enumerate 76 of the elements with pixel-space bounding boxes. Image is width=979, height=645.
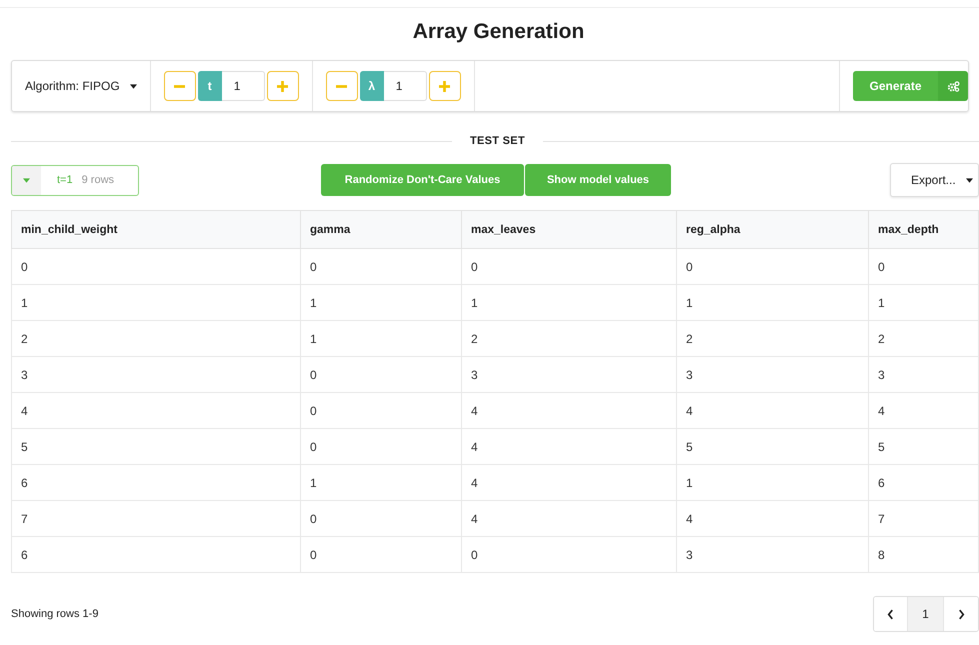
table-cell: 7 [12, 500, 300, 536]
plus-button[interactable] [428, 71, 461, 101]
table-cell: 7 [868, 500, 978, 536]
table-cell: 6 [12, 464, 300, 500]
column-header: reg_alpha [676, 210, 868, 248]
parameter-label: t [198, 71, 222, 101]
table-cell: 2 [12, 320, 300, 356]
settings-icon [946, 80, 960, 92]
table-cell: 2 [676, 320, 868, 356]
chevron-right-icon [958, 608, 964, 620]
table-cell: 5 [676, 428, 868, 464]
number-field[interactable]: 1 [384, 71, 427, 101]
table-cell: 3 [462, 356, 676, 392]
table-cell: 6 [12, 536, 300, 572]
table-cell: 0 [300, 500, 462, 536]
row-count: 9 rows [82, 174, 114, 186]
table-cell: 5 [12, 428, 300, 464]
minus-button[interactable] [164, 71, 196, 101]
table-cell: 4 [676, 392, 868, 428]
settings-button[interactable] [938, 71, 968, 101]
table-cell: 1 [676, 284, 868, 320]
table-cell: 1 [12, 284, 300, 320]
table-cell: 1 [300, 284, 462, 320]
caret-icon [23, 178, 30, 182]
column-header: max_depth [868, 210, 978, 248]
table-cell: 1 [868, 284, 978, 320]
table-cell: 1 [300, 464, 462, 500]
table-cell: 5 [868, 428, 978, 464]
table-cell: 0 [462, 248, 676, 284]
table-cell: 0 [868, 248, 978, 284]
table-cell: 0 [300, 356, 462, 392]
table-cell: 8 [868, 536, 978, 572]
page-button[interactable]: 1 [908, 597, 944, 631]
table-cell: 0 [300, 428, 462, 464]
column-header: min_child_weight [12, 210, 300, 248]
section-title: TEST SET [470, 135, 525, 147]
table-cell: 4 [676, 500, 868, 536]
table-cell: 2 [462, 320, 676, 356]
parameter-label: λ [360, 71, 384, 101]
number-field[interactable]: 1 [222, 71, 265, 101]
table-cell: 2 [868, 320, 978, 356]
table-cell: 1 [300, 320, 462, 356]
chevron-left-icon [887, 608, 894, 620]
table-cell: 4 [462, 500, 676, 536]
strength-label: t=1 [57, 174, 73, 186]
column-header: gamma [300, 210, 462, 248]
table-cell: 0 [462, 536, 676, 572]
column-header: max_leaves [462, 210, 676, 248]
table-cell: 4 [868, 392, 978, 428]
caret-icon [966, 178, 973, 182]
plus-icon [439, 80, 450, 92]
table-cell: 0 [300, 392, 462, 428]
table-cell: 4 [462, 428, 676, 464]
plus-button[interactable] [266, 71, 299, 101]
table-cell: 3 [676, 356, 868, 392]
minus-button[interactable] [326, 71, 358, 101]
table-cell: 0 [300, 536, 462, 572]
table-cell: 0 [676, 248, 868, 284]
export-dropdown[interactable]: Export... [890, 163, 979, 197]
previous-page-button[interactable] [874, 597, 908, 631]
table-cell: 0 [300, 248, 462, 284]
table-cell: 3 [868, 356, 978, 392]
table-cell: 1 [462, 284, 676, 320]
table-cell: 3 [676, 536, 868, 572]
plus-icon [277, 80, 288, 92]
table-cell: 0 [12, 248, 300, 284]
row-range-text: Showing rows 1-9 [11, 608, 98, 620]
table-cell: 3 [12, 356, 300, 392]
table-cell: 1 [676, 464, 868, 500]
page-title: Array Generation [412, 19, 586, 45]
table-cell: 4 [462, 464, 676, 500]
table-cell: 6 [868, 464, 978, 500]
algorithm-dropdown[interactable]: Algorithm: FIPOG [25, 79, 137, 93]
table-cell: 4 [462, 392, 676, 428]
caret-icon [130, 84, 137, 88]
table-cell: 4 [12, 392, 300, 428]
